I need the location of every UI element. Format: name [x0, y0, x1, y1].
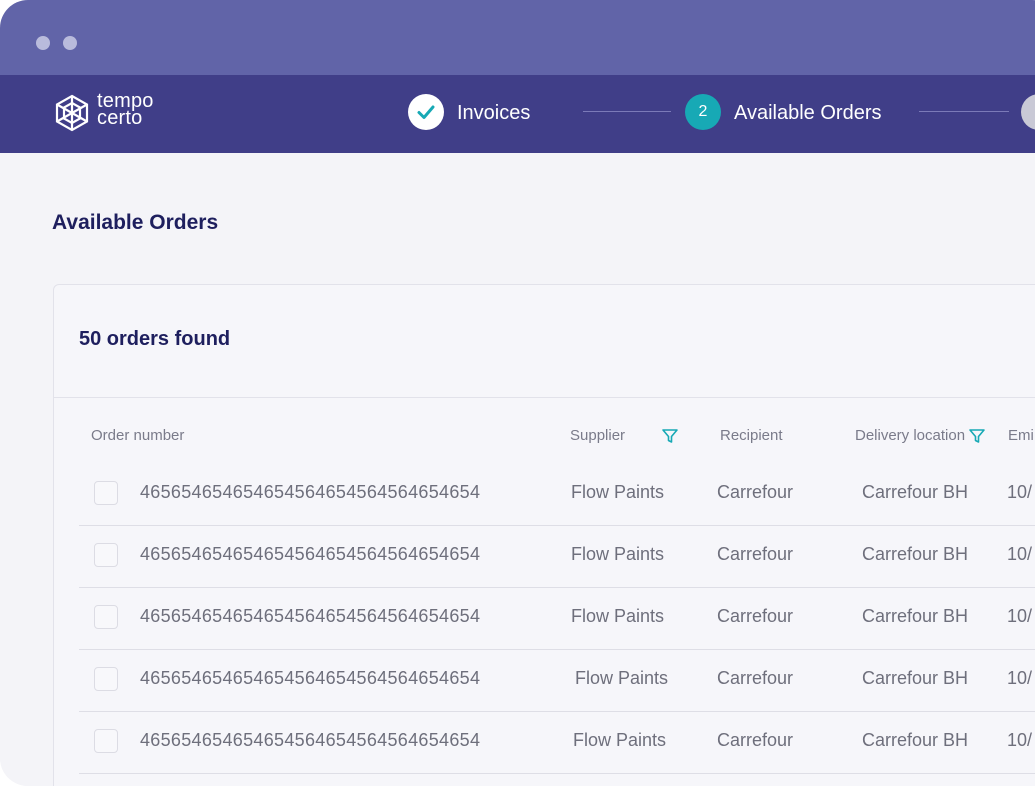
check-icon	[417, 105, 435, 119]
row-checkbox[interactable]	[94, 481, 118, 505]
delivery-location-cell: Carrefour BH	[862, 668, 969, 688]
column-header-supplier[interactable]: Supplier	[570, 427, 625, 444]
app-window: tempo certo Invoices 2 Available Orders …	[0, 0, 1035, 786]
emission-date-cell: 10/	[1007, 668, 1033, 688]
table-row[interactable]: 465654654654654564654564564654654 Flow P…	[79, 525, 1035, 588]
supplier-cell: Flow Paints	[573, 730, 667, 750]
orders-table-card: 50 orders found Order number Supplier Re…	[53, 284, 1035, 786]
page-title: Available Orders	[52, 211, 219, 234]
emission-date-cell: 10/	[1007, 730, 1033, 750]
tempo-certo-logo[interactable]: tempo certo	[52, 91, 182, 133]
card-divider	[54, 397, 1035, 398]
emission-date-cell: 10/	[1007, 544, 1033, 564]
step-next-indicator[interactable]	[1021, 94, 1035, 130]
table-row[interactable]: 465654654654654564654564564654654 Flow P…	[79, 463, 1035, 526]
supplier-cell: Flow Paints	[571, 482, 665, 502]
order-number: 465654654654654564654564564654654	[140, 482, 481, 502]
order-number: 465654654654654564654564564654654	[140, 730, 481, 750]
order-number: 465654654654654564654564564654654	[140, 606, 481, 626]
row-checkbox[interactable]	[94, 667, 118, 691]
column-header-emission[interactable]: Emi	[1008, 427, 1034, 444]
step-available-orders-label[interactable]: Available Orders	[734, 101, 881, 125]
app-header: tempo certo Invoices 2 Available Orders	[0, 75, 1035, 153]
supplier-cell: Flow Paints	[571, 606, 665, 626]
row-checkbox[interactable]	[94, 729, 118, 753]
supplier-cell: Flow Paints	[575, 668, 669, 688]
step-invoices-check-icon[interactable]	[408, 94, 444, 130]
window-control-dot[interactable]	[63, 36, 77, 50]
recipient-cell: Carrefour	[717, 544, 794, 564]
delivery-location-cell: Carrefour BH	[862, 482, 969, 502]
window-titlebar	[0, 0, 1035, 75]
logo-word-certo: certo	[97, 107, 143, 129]
order-number: 465654654654654564654564564654654	[140, 668, 481, 688]
column-header-recipient[interactable]: Recipient	[720, 427, 783, 444]
recipient-cell: Carrefour	[717, 482, 794, 502]
delivery-location-cell: Carrefour BH	[862, 544, 969, 564]
main-content: Available Orders 50 orders found Order n…	[0, 153, 1035, 786]
column-header-delivery-location[interactable]: Delivery location	[855, 427, 965, 444]
emission-date-cell: 10/	[1007, 606, 1033, 626]
table-row[interactable]: 465654654654654564654564564654654 Flow P…	[79, 587, 1035, 650]
delivery-location-cell: Carrefour BH	[862, 606, 969, 626]
delivery-location-cell: Carrefour BH	[862, 730, 969, 750]
supplier-filter-icon[interactable]	[661, 427, 679, 445]
orders-count: 50 orders found	[79, 328, 231, 350]
recipient-cell: Carrefour	[717, 668, 794, 688]
row-checkbox[interactable]	[94, 543, 118, 567]
step-invoices-label[interactable]: Invoices	[457, 101, 530, 125]
window-control-dot[interactable]	[36, 36, 50, 50]
recipient-cell: Carrefour	[717, 606, 794, 626]
step-number: 2	[698, 103, 708, 120]
step-available-orders-number[interactable]: 2	[685, 94, 721, 130]
recipient-cell: Carrefour	[717, 730, 794, 750]
emission-date-cell: 10/	[1007, 482, 1033, 502]
step-connector	[919, 111, 1009, 112]
order-number: 465654654654654564654564564654654	[140, 544, 481, 564]
table-row[interactable]: 465654654654654564654564564654654 Flow P…	[79, 649, 1035, 712]
supplier-cell: Flow Paints	[571, 544, 665, 564]
logo-text: tempo certo	[97, 91, 154, 129]
delivery-location-filter-icon[interactable]	[968, 427, 986, 445]
column-header-order-number[interactable]: Order number	[91, 427, 184, 444]
row-checkbox[interactable]	[94, 605, 118, 629]
logo-icon	[55, 94, 89, 132]
step-connector	[583, 111, 671, 112]
table-row[interactable]: 465654654654654564654564564654654 Flow P…	[79, 711, 1035, 774]
